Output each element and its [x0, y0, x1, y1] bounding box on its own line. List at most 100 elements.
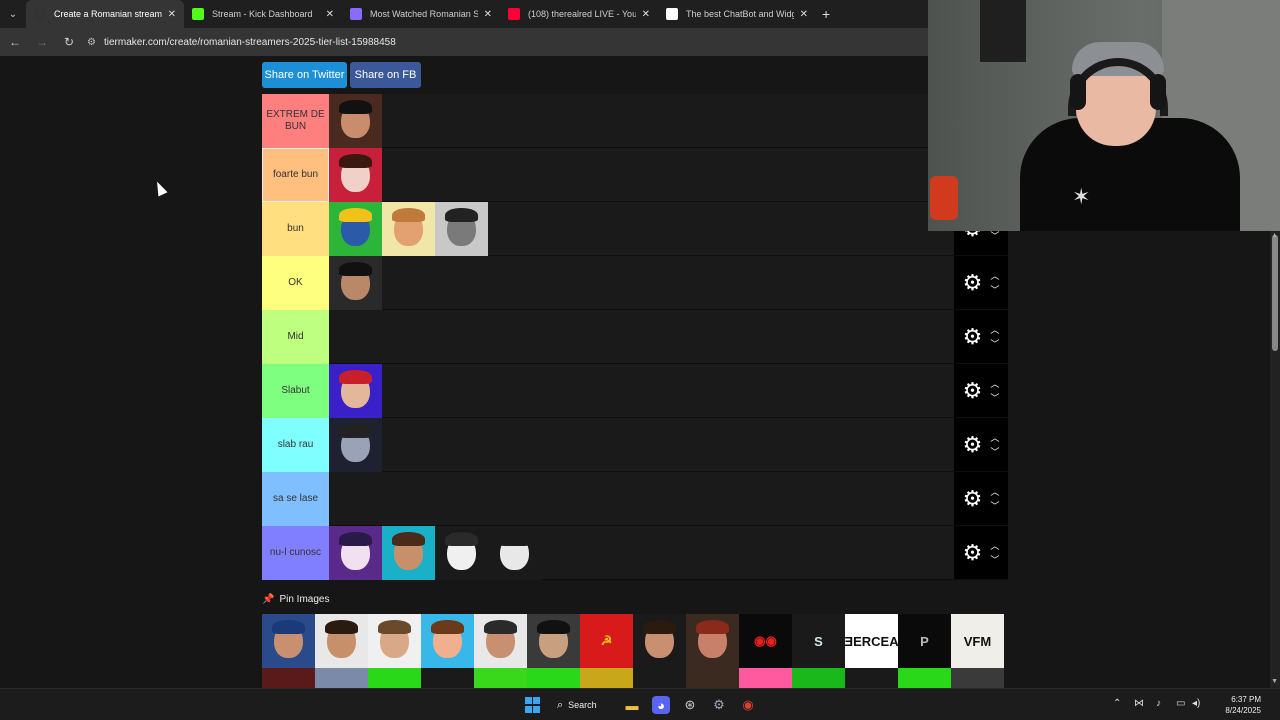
- close-tab-icon[interactable]: ✕: [642, 9, 650, 20]
- streamer-thumbnail[interactable]: [633, 614, 686, 668]
- scrollbar-thumb[interactable]: [1272, 235, 1278, 351]
- new-tab-button[interactable]: +: [822, 6, 830, 22]
- gear-icon[interactable]: ⚙: [963, 325, 983, 348]
- streamer-thumbnail[interactable]: [315, 668, 368, 688]
- streamer-thumbnail[interactable]: [329, 364, 382, 418]
- move-down-icon[interactable]: ﹀: [990, 499, 999, 513]
- mic-icon[interactable]: ♪: [1156, 698, 1161, 709]
- browser-tab[interactable]: The best ChatBot and Widgets ✕: [658, 0, 816, 28]
- url-field[interactable]: ⚙ tiermaker.com/create/romanian-streamer…: [87, 37, 396, 48]
- streamer-thumbnail[interactable]: [329, 202, 382, 256]
- tier-label[interactable]: foarte bun: [262, 148, 329, 202]
- streamer-thumbnail[interactable]: S: [792, 614, 845, 668]
- streamer-thumbnail[interactable]: [421, 614, 474, 668]
- clock[interactable]: 6:37 PM 8/24/2025: [1205, 694, 1261, 716]
- tier-items[interactable]: [329, 526, 954, 580]
- streamer-thumbnail[interactable]: [527, 668, 580, 688]
- tier-items[interactable]: [329, 256, 954, 310]
- browser-tab[interactable]: (108) therealred LIVE - YouTube ✕: [500, 0, 658, 28]
- streamer-thumbnail[interactable]: [633, 668, 686, 688]
- move-down-icon[interactable]: ﹀: [990, 445, 999, 459]
- tier-label[interactable]: EXTREM DE BUN: [262, 94, 329, 148]
- display-icon[interactable]: ▭: [1176, 698, 1185, 709]
- streamer-thumbnail[interactable]: [382, 202, 435, 256]
- streamer-thumbnail[interactable]: [580, 668, 633, 688]
- network-icon[interactable]: ⋈: [1134, 698, 1144, 709]
- move-down-icon[interactable]: ﹀: [990, 391, 999, 405]
- share-facebook-button[interactable]: Share on FB: [350, 62, 421, 88]
- app-icon[interactable]: ⊛: [681, 696, 699, 714]
- share-twitter-button[interactable]: Share on Twitter: [262, 62, 347, 88]
- streamer-thumbnail[interactable]: [368, 668, 421, 688]
- streamer-thumbnail[interactable]: [527, 614, 580, 668]
- move-down-icon[interactable]: ﹀: [990, 283, 999, 297]
- tier-items[interactable]: [329, 310, 954, 363]
- gear-icon[interactable]: ⚙: [963, 379, 983, 402]
- streamer-thumbnail[interactable]: [474, 614, 527, 668]
- streamer-thumbnail[interactable]: [845, 668, 898, 688]
- gear-icon[interactable]: ⚙: [963, 433, 983, 456]
- streamer-thumbnail[interactable]: [686, 614, 739, 668]
- tier-label[interactable]: nu-l cunosc: [262, 526, 329, 580]
- reload-icon[interactable]: ↻: [57, 35, 81, 49]
- streamer-thumbnail[interactable]: [315, 614, 368, 668]
- chrome-icon[interactable]: ◉: [739, 696, 757, 714]
- tier-label[interactable]: Mid: [262, 310, 329, 364]
- streamer-thumbnail[interactable]: [739, 668, 792, 688]
- streamer-thumbnail[interactable]: [435, 202, 488, 256]
- tier-items[interactable]: [329, 148, 954, 202]
- browser-tab[interactable]: Most Watched Romanian Strea ✕: [342, 0, 500, 28]
- streamer-thumbnail[interactable]: [474, 668, 527, 688]
- streamer-thumbnail[interactable]: [329, 94, 382, 148]
- browser-tab[interactable]: Create a Romanian streamers 2 ✕: [26, 0, 184, 28]
- gear-icon[interactable]: ⚙: [963, 541, 983, 564]
- streamer-thumbnail[interactable]: ☭: [580, 614, 633, 668]
- tier-label[interactable]: bun: [262, 202, 329, 256]
- tier-items[interactable]: [329, 418, 954, 472]
- site-settings-icon[interactable]: ⚙: [87, 37, 96, 48]
- move-up-icon[interactable]: ︿: [990, 431, 999, 445]
- file-explorer-icon[interactable]: ▬: [623, 696, 641, 714]
- move-up-icon[interactable]: ︿: [990, 323, 999, 337]
- tier-label[interactable]: sa se lase: [262, 472, 329, 526]
- streamer-thumbnail[interactable]: [329, 148, 382, 202]
- tier-label[interactable]: Slabut: [262, 364, 329, 418]
- scroll-down-icon[interactable]: ▼: [1271, 678, 1278, 685]
- tab-search-chevron-icon[interactable]: ⌄: [0, 0, 26, 28]
- streamer-thumbnail[interactable]: [435, 526, 488, 580]
- tray-overflow-icon[interactable]: ⌃: [1113, 698, 1121, 709]
- streamer-thumbnail[interactable]: [488, 526, 541, 580]
- streamer-thumbnail[interactable]: P: [898, 614, 951, 668]
- move-up-icon[interactable]: ︿: [990, 539, 999, 553]
- back-arrow-icon[interactable]: ←: [3, 35, 27, 49]
- move-down-icon[interactable]: ﹀: [990, 553, 999, 567]
- forward-arrow-icon[interactable]: →: [30, 35, 54, 49]
- move-up-icon[interactable]: ︿: [990, 377, 999, 391]
- volume-icon[interactable]: ◂): [1192, 698, 1200, 709]
- streamer-thumbnail[interactable]: [686, 668, 739, 688]
- steam-icon[interactable]: ⚙: [710, 696, 728, 714]
- streamer-thumbnail[interactable]: ƎERCEA: [845, 614, 898, 668]
- move-down-icon[interactable]: ﹀: [990, 337, 999, 351]
- close-tab-icon[interactable]: ✕: [484, 9, 492, 20]
- streamer-thumbnail[interactable]: [262, 614, 315, 668]
- close-tab-icon[interactable]: ✕: [326, 9, 334, 20]
- tier-items[interactable]: [329, 202, 954, 256]
- close-tab-icon[interactable]: ✕: [800, 9, 808, 20]
- streamer-thumbnail[interactable]: ◉◉: [739, 614, 792, 668]
- discord-icon[interactable]: ◕: [652, 696, 670, 714]
- scroll-up-icon[interactable]: ▲: [1271, 232, 1278, 239]
- streamer-thumbnail[interactable]: [951, 668, 1004, 688]
- move-up-icon[interactable]: ︿: [990, 269, 999, 283]
- move-up-icon[interactable]: ︿: [990, 485, 999, 499]
- streamer-thumbnail[interactable]: [421, 668, 474, 688]
- tier-items[interactable]: [329, 472, 954, 525]
- pin-images-toggle[interactable]: 📌 Pin Images: [262, 594, 329, 605]
- tier-label[interactable]: slab rau: [262, 418, 329, 472]
- taskbar-search[interactable]: ⌕ Search: [557, 695, 609, 715]
- gear-icon[interactable]: ⚙: [963, 271, 983, 294]
- streamer-thumbnail[interactable]: [329, 526, 382, 580]
- windows-start-icon[interactable]: [523, 696, 541, 714]
- streamer-thumbnail[interactable]: [262, 668, 315, 688]
- streamer-thumbnail[interactable]: [792, 668, 845, 688]
